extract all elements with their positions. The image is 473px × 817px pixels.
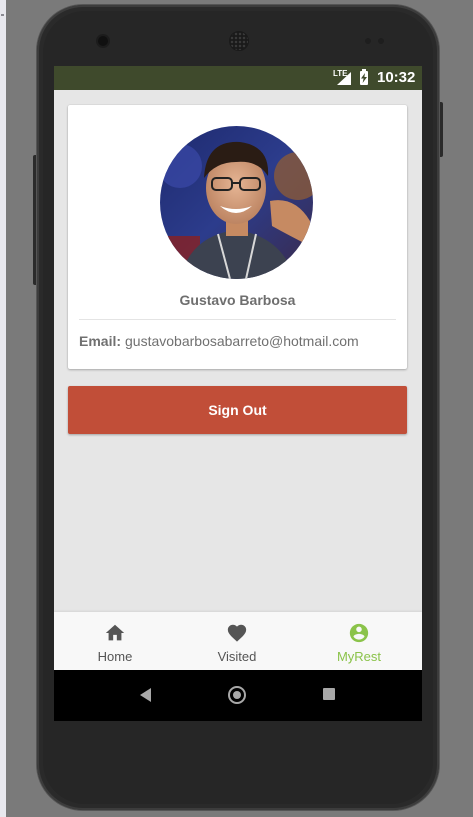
light-sensor <box>378 38 384 44</box>
divider <box>79 319 396 320</box>
home-circle-icon[interactable] <box>228 686 246 704</box>
bottom-navigation: Home Visited MyRest <box>54 612 422 670</box>
profile-card: Gustavo Barbosa Email: gustavobarbosabarr… <box>68 105 407 369</box>
recent-apps-icon[interactable] <box>323 688 335 700</box>
nav-label-home: Home <box>97 649 133 664</box>
front-camera <box>98 36 108 46</box>
heart-icon <box>227 624 247 642</box>
battery-charging-icon <box>360 69 368 85</box>
nav-item-myrest[interactable]: MyRest <box>298 612 420 670</box>
app-screen: LTE 10:32 Gustavo Barbosa Email: gustavo… <box>54 66 422 721</box>
home-icon <box>105 624 125 641</box>
earpiece-speaker <box>229 31 249 51</box>
back-icon[interactable] <box>140 688 151 702</box>
nav-label-visited: Visited <box>217 649 257 664</box>
nav-item-visited[interactable]: Visited <box>176 612 298 670</box>
system-navigation-bar <box>54 670 422 721</box>
status-bar: LTE 10:32 <box>54 66 422 90</box>
window-edge <box>0 0 6 817</box>
email-label: Email: <box>79 333 122 349</box>
email-value: gustavobarbosabarreto@hotmail.com <box>125 333 359 349</box>
proximity-sensor <box>365 38 371 44</box>
nav-item-home[interactable]: Home <box>54 612 176 670</box>
status-clock: 10:32 <box>377 69 416 86</box>
avatar <box>160 126 313 279</box>
account-circle-icon <box>349 623 369 643</box>
sign-out-button[interactable]: Sign Out <box>68 386 407 434</box>
profile-name: Gustavo Barbosa <box>179 292 296 308</box>
email-row: Email: gustavobarbosabarreto@hotmail.com <box>79 333 359 349</box>
nav-label-myrest: MyRest <box>336 649 382 664</box>
signal-icon <box>337 72 351 85</box>
